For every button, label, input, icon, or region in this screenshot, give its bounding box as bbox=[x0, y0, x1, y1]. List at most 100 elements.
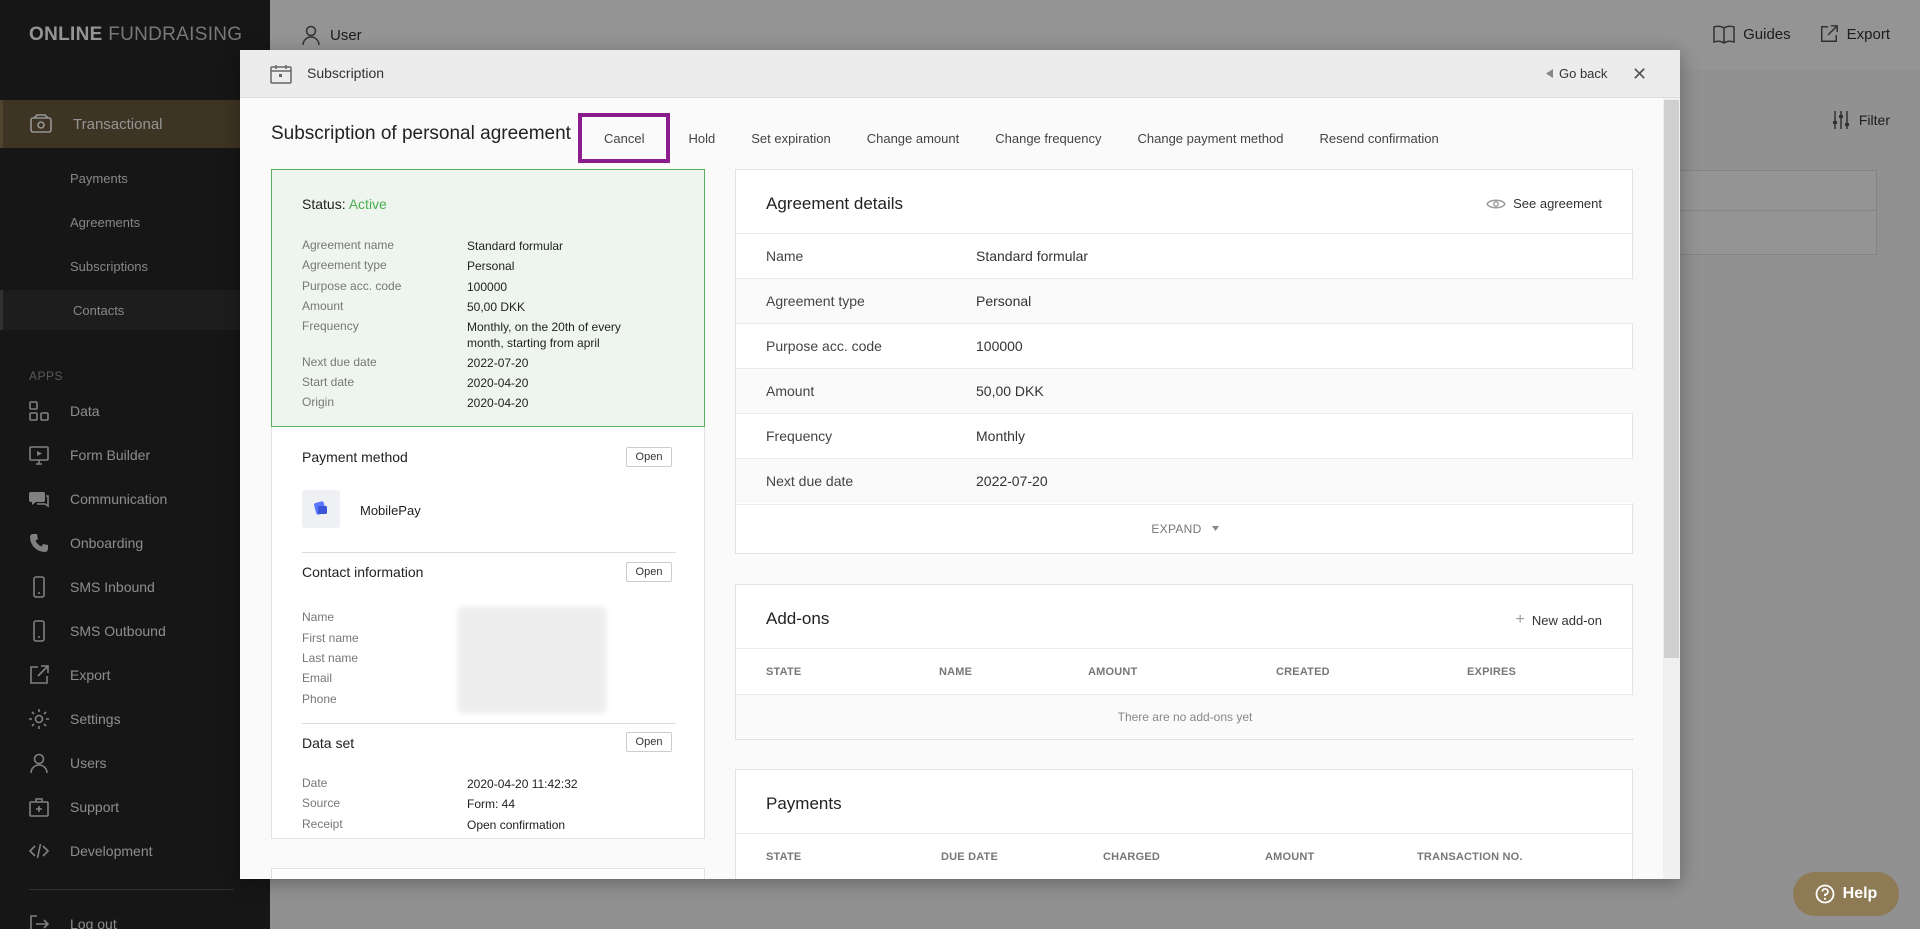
subscription-summary: Status: Active Agreement name Standard fo… bbox=[271, 169, 705, 839]
column-header: STATE bbox=[766, 851, 802, 863]
column-header: EXPIRES bbox=[1467, 666, 1517, 678]
help-label: Help bbox=[1842, 885, 1878, 902]
open-payment-method-button[interactable]: Open bbox=[626, 447, 672, 467]
next-card-partial bbox=[271, 868, 705, 879]
status-label: Status: bbox=[302, 196, 346, 212]
open-contact-button[interactable]: Open bbox=[626, 562, 672, 582]
data-set-key: Source bbox=[302, 796, 341, 810]
detail-key: Agreement type bbox=[766, 293, 865, 309]
contact-info-title: Contact information bbox=[302, 564, 424, 580]
new-addon-button[interactable]: + New add-on bbox=[1516, 611, 1602, 629]
detail-key: Name bbox=[766, 248, 804, 264]
expand-label: EXPAND bbox=[1151, 521, 1202, 536]
divider bbox=[302, 552, 676, 553]
column-header: TRANSACTION NO. bbox=[1417, 851, 1523, 863]
modal-title: Subscription bbox=[307, 65, 385, 81]
status-line: Status: Active bbox=[302, 196, 387, 212]
column-header: DUE DATE bbox=[941, 851, 999, 863]
modal-header: Subscription Go back ✕ bbox=[240, 50, 1680, 98]
column-header: CREATED bbox=[1276, 666, 1330, 678]
summary-key: Amount bbox=[302, 299, 344, 313]
summary-value: 100000 bbox=[467, 280, 508, 294]
calendar-icon bbox=[270, 65, 292, 84]
addons-title: Add-ons bbox=[766, 609, 830, 628]
summary-key: Purpose acc. code bbox=[302, 279, 402, 293]
summary-key: Agreement type bbox=[302, 258, 387, 272]
source-link[interactable]: Form: 44 bbox=[467, 796, 657, 812]
payment-method-name: MobilePay bbox=[360, 503, 421, 518]
mobilepay-icon bbox=[302, 490, 340, 528]
column-header: AMOUNT bbox=[1088, 666, 1138, 678]
detail-value: 50,00 DKK bbox=[976, 383, 1044, 399]
summary-key: Next due date bbox=[302, 355, 377, 369]
see-agreement-link[interactable]: See agreement bbox=[1486, 196, 1602, 211]
hold-button[interactable]: Hold bbox=[670, 118, 733, 158]
column-header: AMOUNT bbox=[1265, 851, 1315, 863]
modal-scrollbar-thumb[interactable] bbox=[1664, 100, 1679, 658]
summary-value: 2022-07-20 bbox=[467, 356, 529, 370]
detail-key: Next due date bbox=[766, 473, 854, 489]
contact-field-label: Last name bbox=[302, 651, 359, 665]
open-confirmation-link[interactable]: Open confirmation bbox=[467, 817, 657, 833]
summary-key: Start date bbox=[302, 375, 355, 389]
change-payment-method-button[interactable]: Change payment method bbox=[1119, 118, 1301, 158]
column-header: NAME bbox=[939, 666, 973, 678]
detail-value: 100000 bbox=[976, 338, 1023, 354]
set-expiration-button[interactable]: Set expiration bbox=[733, 118, 849, 158]
contact-field-label: Email bbox=[302, 671, 333, 685]
go-back-label: Go back bbox=[1559, 66, 1608, 81]
data-set-date: 2020-04-20 11:42:32 bbox=[467, 777, 578, 791]
payments-table-header: STATE DUE DATE CHARGED AMOUNT TRANSACTIO… bbox=[736, 833, 1634, 879]
status-badge: Active bbox=[348, 196, 387, 212]
detail-row: Amount 50,00 DKK bbox=[736, 368, 1634, 413]
detail-value: Standard formular bbox=[976, 248, 1089, 264]
detail-key: Purpose acc. code bbox=[766, 338, 882, 354]
addons-empty-state: There are no add-ons yet bbox=[736, 694, 1634, 738]
detail-value: Personal bbox=[976, 293, 1032, 309]
detail-row: Frequency Monthly bbox=[736, 413, 1634, 458]
change-amount-button[interactable]: Change amount bbox=[849, 118, 978, 158]
plus-icon: + bbox=[1515, 611, 1525, 628]
payments-card: Payments STATE DUE DATE CHARGED AMOUNT T… bbox=[735, 769, 1634, 879]
open-data-set-button[interactable]: Open bbox=[626, 732, 672, 752]
agreement-details-title: Agreement details bbox=[766, 194, 904, 213]
change-frequency-button[interactable]: Change frequency bbox=[977, 118, 1119, 158]
addons-card: Add-ons + New add-on STATE NAME AMOUNT C… bbox=[735, 584, 1634, 740]
expand-button[interactable]: EXPAND bbox=[736, 504, 1634, 552]
addons-table-header: STATE NAME AMOUNT CREATED EXPIRES bbox=[736, 648, 1634, 694]
summary-key: Origin bbox=[302, 395, 335, 409]
detail-key: Frequency bbox=[766, 428, 833, 444]
summary-value: 2020-04-20 bbox=[467, 396, 529, 410]
payment-method-title: Payment method bbox=[302, 449, 408, 465]
divider bbox=[302, 723, 676, 724]
data-set-key: Date bbox=[302, 776, 328, 790]
close-icon[interactable]: ✕ bbox=[1632, 64, 1647, 85]
caret-left-icon bbox=[1546, 69, 1553, 78]
summary-value: Monthly, on the 20th of every month, sta… bbox=[467, 320, 621, 350]
detail-key: Amount bbox=[766, 383, 815, 399]
summary-value: 50,00 DKK bbox=[467, 300, 526, 314]
eye-icon bbox=[1486, 199, 1506, 208]
subscription-modal: Subscription Go back ✕ Subscription of p… bbox=[240, 50, 1680, 879]
resend-confirmation-button[interactable]: Resend confirmation bbox=[1301, 118, 1456, 158]
page-title: Subscription of personal agreement bbox=[271, 123, 571, 144]
question-icon bbox=[1815, 884, 1835, 904]
data-set-title: Data set bbox=[302, 735, 355, 751]
help-button[interactable]: Help bbox=[1793, 872, 1899, 916]
go-back-button[interactable]: Go back bbox=[1546, 66, 1607, 81]
detail-row: Purpose acc. code 100000 bbox=[736, 323, 1634, 368]
data-set-key: Receipt bbox=[302, 817, 343, 831]
summary-key: Agreement name bbox=[302, 238, 395, 252]
payments-title: Payments bbox=[766, 794, 842, 813]
detail-value: 2022-07-20 bbox=[976, 473, 1048, 489]
cancel-button[interactable]: Cancel bbox=[578, 113, 671, 163]
action-bar: Cancel Hold Set expiration Change amount… bbox=[578, 113, 1457, 163]
caret-down-icon bbox=[1211, 526, 1219, 531]
contact-field-label: Name bbox=[302, 610, 335, 624]
detail-value: Monthly bbox=[976, 428, 1026, 444]
detail-row: Name Standard formular bbox=[736, 233, 1634, 278]
agreement-details-card: Agreement details See agreement Name Stan… bbox=[735, 169, 1634, 554]
status-card: Status: Active Agreement name Standard fo… bbox=[271, 169, 705, 427]
summary-value: Personal bbox=[467, 259, 515, 273]
contact-field-label: First name bbox=[302, 631, 359, 645]
